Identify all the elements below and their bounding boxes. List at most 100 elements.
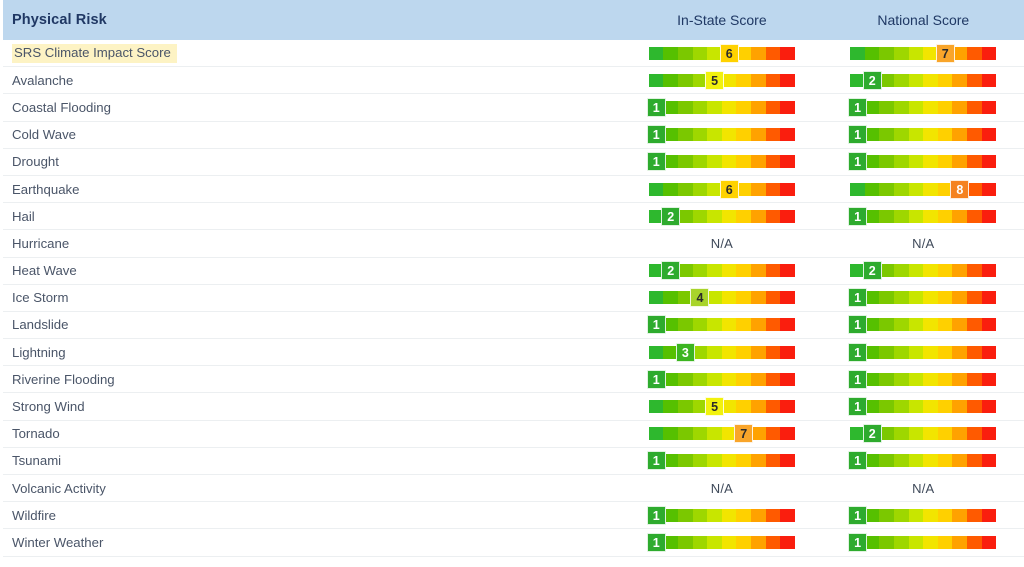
gauge-segment — [864, 345, 880, 359]
table-row[interactable]: Hurricane N/A N/A — [3, 230, 1024, 258]
gauge-segment — [678, 400, 693, 414]
gauge-segment — [751, 318, 766, 332]
table-row[interactable]: Winter Weather 1 1 — [3, 529, 1024, 557]
cell-in-state-score: 2 — [621, 261, 822, 281]
cell-national-score: 1 — [823, 451, 1024, 471]
score-badge: 6 — [719, 179, 739, 199]
score-gauge: 1 — [646, 97, 795, 117]
cell-in-state-score: 1 — [621, 125, 822, 145]
cell-national-score: 8 — [823, 179, 1024, 199]
gauge-segment — [937, 209, 953, 223]
gauge-segment — [908, 100, 924, 114]
score-badge: 1 — [848, 532, 868, 552]
gauge-segment — [967, 100, 982, 114]
score-gauge: 1 — [848, 342, 997, 362]
gauge-track — [850, 46, 997, 60]
gauge-segment — [707, 100, 722, 114]
score-badge: 1 — [646, 152, 666, 172]
cell-risk-name: SRS Climate Impact Score — [3, 43, 621, 63]
table-row[interactable]: Coastal Flooding 1 1 — [3, 94, 1024, 122]
cell-risk-name: Tsunami — [3, 453, 621, 468]
gauge-segment — [707, 291, 722, 305]
gauge-segment — [879, 400, 895, 414]
score-gauge: 5 — [648, 70, 795, 90]
score-gauge: 1 — [848, 206, 997, 226]
table-row[interactable]: Heat Wave 2 2 — [3, 257, 1024, 285]
score-gauge: 1 — [848, 397, 997, 417]
gauge-segment — [937, 508, 953, 522]
gauge-track — [850, 372, 997, 386]
gauge-segment — [780, 155, 795, 169]
gauge-segment — [981, 46, 997, 60]
gauge-segment — [678, 318, 693, 332]
gauge-segment — [736, 209, 752, 223]
cell-risk-name: Hurricane — [3, 236, 621, 251]
table-row[interactable]: Ice Storm 4 1 — [3, 284, 1024, 312]
gauge-segment — [678, 100, 693, 114]
gauge-segment — [923, 427, 938, 441]
gauge-segment — [780, 182, 795, 196]
gauge-segment — [894, 182, 909, 196]
gauge-segment — [721, 318, 737, 332]
gauge-track — [648, 372, 795, 386]
cell-in-state-score: 4 — [621, 288, 822, 308]
score-badge: 1 — [848, 505, 868, 525]
gauge-segment — [967, 128, 982, 142]
gauge-segment — [908, 372, 924, 386]
gauge-track — [648, 100, 795, 114]
gauge-segment — [923, 128, 938, 142]
cell-in-state-score: 7 — [621, 424, 822, 444]
gauge-segment — [736, 100, 752, 114]
gauge-segment — [879, 128, 895, 142]
gauge-segment — [850, 46, 865, 60]
table-row[interactable]: Riverine Flooding 1 1 — [3, 366, 1024, 394]
gauge-segment — [721, 345, 737, 359]
gauge-segment — [663, 73, 679, 87]
gauge-segment — [751, 291, 766, 305]
table-row[interactable]: Landslide 1 1 — [3, 311, 1024, 340]
gauge-segment — [751, 400, 766, 414]
table-row[interactable]: Wildfire 1 1 — [3, 502, 1024, 530]
gauge-segment — [894, 46, 909, 60]
table-row[interactable]: Cold Wave 1 1 — [3, 121, 1024, 149]
gauge-segment — [780, 427, 795, 441]
score-badge: 1 — [848, 369, 868, 389]
gauge-segment — [967, 535, 982, 549]
table-row[interactable]: SRS Climate Impact Score 6 7 — [3, 40, 1024, 68]
cell-risk-name: Winter Weather — [3, 535, 621, 550]
gauge-segment — [981, 73, 997, 87]
gauge-segment — [678, 73, 693, 87]
gauge-segment — [981, 345, 997, 359]
gauge-segment — [952, 291, 968, 305]
gauge-segment — [780, 264, 795, 278]
gauge-segment — [692, 427, 708, 441]
table-row[interactable]: Tsunami 1 1 — [3, 447, 1024, 475]
gauge-segment — [894, 318, 909, 332]
gauge-segment — [967, 427, 982, 441]
score-badge: 1 — [848, 342, 868, 362]
gauge-segment — [923, 535, 938, 549]
table-row[interactable]: Hail 2 1 — [3, 203, 1024, 231]
gauge-segment — [736, 372, 752, 386]
gauge-segment — [707, 535, 722, 549]
gauge-segment — [894, 345, 909, 359]
cell-risk-name: Volcanic Activity — [3, 481, 621, 496]
table-row[interactable]: Tornado 7 2 — [3, 420, 1024, 448]
gauge-segment — [967, 182, 982, 196]
score-badge: 1 — [646, 505, 666, 525]
table-row[interactable]: Drought 1 1 — [3, 148, 1024, 176]
table-row[interactable]: Strong Wind 5 1 — [3, 393, 1024, 421]
gauge-segment — [908, 128, 924, 142]
gauge-segment — [707, 318, 722, 332]
table-row[interactable]: Earthquake 6 8 — [3, 175, 1024, 204]
gauge-segment — [678, 128, 693, 142]
gauge-segment — [952, 209, 968, 223]
gauge-segment — [879, 182, 895, 196]
table-row[interactable]: Lightning 3 1 — [3, 339, 1024, 367]
gauge-track — [648, 508, 795, 522]
gauge-track — [648, 128, 795, 142]
gauge-segment — [864, 454, 880, 468]
table-row[interactable]: Volcanic Activity N/A N/A — [3, 475, 1024, 503]
cell-risk-name: Strong Wind — [3, 399, 621, 414]
table-row[interactable]: Avalanche 5 2 — [3, 67, 1024, 95]
